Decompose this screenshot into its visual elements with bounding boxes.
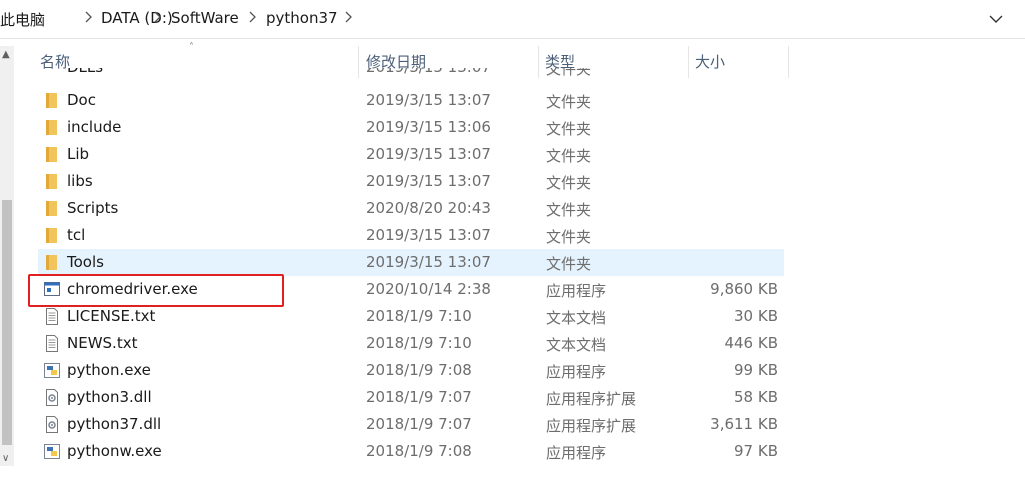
file-type: 应用程序: [546, 444, 607, 462]
scroll-up-icon[interactable]: ▲: [2, 49, 10, 60]
file-type: 文件夹: [546, 174, 592, 192]
file-row[interactable]: pythonw.exe 2018/1/9 7:08 应用程序 97 KB: [38, 438, 784, 465]
file-size: 446 KB: [724, 334, 778, 352]
file-type: 文件夹: [546, 147, 592, 165]
file-type: 文件夹: [546, 68, 592, 78]
file-size: 99 KB: [734, 361, 778, 379]
highlight-box: [28, 274, 284, 307]
file-row[interactable]: Scripts 2020/8/20 20:43 文件夹: [38, 195, 784, 222]
chevron-right-icon[interactable]: [84, 10, 93, 24]
dll-icon: [46, 416, 58, 433]
python-icon: [44, 363, 60, 378]
file-date: 2018/1/9 7:10: [366, 307, 472, 325]
file-type: 应用程序: [546, 282, 607, 300]
python-icon: [44, 444, 60, 459]
chevron-right-icon[interactable]: [248, 10, 257, 24]
breadcrumb-python37[interactable]: python37: [266, 9, 338, 27]
vertical-scrollbar[interactable]: ▲ ∨: [0, 46, 14, 466]
file-name[interactable]: libs: [67, 172, 93, 190]
file-name[interactable]: DLLs: [67, 68, 103, 76]
file-date: 2018/1/9 7:08: [366, 361, 472, 379]
file-name[interactable]: python.exe: [67, 361, 151, 379]
file-date: 2019/3/15 13:07: [366, 172, 491, 190]
file-name[interactable]: NEWS.txt: [67, 334, 137, 352]
file-size: 30 KB: [734, 307, 778, 325]
folder-icon: [46, 201, 57, 216]
file-type: 文件夹: [546, 228, 592, 246]
file-type: 文本文档: [546, 336, 607, 354]
file-date: 2019/3/15 13:07: [366, 145, 491, 163]
file-size: 58 KB: [734, 388, 778, 406]
text-file-icon: [46, 308, 58, 325]
file-name[interactable]: include: [67, 118, 121, 136]
file-name[interactable]: Tools: [67, 253, 104, 271]
file-type: 应用程序: [546, 363, 607, 381]
file-size: 3,611 KB: [710, 415, 778, 433]
folder-icon: [46, 228, 57, 243]
file-type: 文件夹: [546, 201, 592, 219]
file-name[interactable]: Lib: [67, 145, 89, 163]
file-row[interactable]: LICENSE.txt 2018/1/9 7:10 文本文档 30 KB: [38, 303, 784, 330]
file-name[interactable]: pythonw.exe: [67, 442, 162, 460]
chevron-down-icon[interactable]: [989, 14, 1003, 24]
file-row[interactable]: libs 2019/3/15 13:07 文件夹: [38, 168, 784, 195]
file-row[interactable]: python3.dll 2018/1/9 7:07 应用程序扩展 58 KB: [38, 384, 784, 411]
dll-icon: [46, 389, 58, 406]
file-type: 应用程序扩展: [546, 417, 637, 435]
breadcrumb-this-pc[interactable]: 此电脑: [0, 9, 45, 30]
file-date: 2019/3/15 13:07: [366, 91, 491, 109]
file-name[interactable]: LICENSE.txt: [67, 307, 155, 325]
file-type: 应用程序扩展: [546, 390, 637, 408]
file-name[interactable]: Scripts: [67, 199, 118, 217]
file-row[interactable]: NEWS.txt 2018/1/9 7:10 文本文档 446 KB: [38, 330, 784, 357]
file-row[interactable]: Lib 2019/3/15 13:07 文件夹: [38, 141, 784, 168]
chevron-right-icon[interactable]: [344, 10, 353, 24]
folder-icon: [46, 147, 57, 162]
file-date: 2018/1/9 7:10: [366, 334, 472, 352]
file-date: 2019/3/15 13:07: [366, 68, 491, 76]
file-row[interactable]: python37.dll 2018/1/9 7:07 应用程序扩展 3,611 KB: [38, 411, 784, 438]
address-bar: 此电脑 DATA (D:) SoftWare python37: [0, 0, 1025, 39]
column-divider[interactable]: [788, 46, 789, 78]
file-date: 2018/1/9 7:07: [366, 388, 472, 406]
file-row[interactable]: Doc 2019/3/15 13:07 文件夹: [38, 87, 784, 114]
file-row[interactable]: python.exe 2018/1/9 7:08 应用程序 99 KB: [38, 357, 784, 384]
folder-icon: [46, 93, 57, 108]
folder-icon: [46, 255, 57, 270]
file-type: 文件夹: [546, 93, 592, 111]
file-name[interactable]: Doc: [67, 91, 96, 109]
file-date: 2020/10/14 2:38: [366, 280, 491, 298]
file-type: 文本文档: [546, 309, 607, 327]
scroll-down-icon[interactable]: ∨: [2, 453, 9, 464]
file-size: 9,860 KB: [710, 280, 778, 298]
scrollbar-thumb[interactable]: [2, 200, 12, 445]
text-file-icon: [46, 335, 58, 352]
folder-icon: [46, 120, 57, 135]
folder-icon: [46, 174, 57, 189]
file-size: 97 KB: [734, 442, 778, 460]
file-row[interactable]: include 2019/3/15 13:06 文件夹: [38, 114, 784, 141]
file-row[interactable]: DLLs 2019/3/15 13:07 文件夹: [38, 68, 784, 80]
file-date: 2019/3/15 13:06: [366, 118, 491, 136]
chevron-right-icon[interactable]: [153, 10, 162, 24]
file-date: 2018/1/9 7:07: [366, 415, 472, 433]
file-name[interactable]: python3.dll: [67, 388, 152, 406]
file-type: 文件夹: [546, 255, 592, 273]
file-date: 2020/8/20 20:43: [366, 199, 491, 217]
file-name[interactable]: python37.dll: [67, 415, 161, 433]
file-date: 2019/3/15 13:07: [366, 253, 491, 271]
file-date: 2018/1/9 7:08: [366, 442, 472, 460]
file-row[interactable]: Tools 2019/3/15 13:07 文件夹: [38, 249, 784, 276]
file-date: 2019/3/15 13:07: [366, 226, 491, 244]
file-row[interactable]: tcl 2019/3/15 13:07 文件夹: [38, 222, 784, 249]
breadcrumb-software[interactable]: SoftWare: [171, 9, 239, 27]
file-type: 文件夹: [546, 120, 592, 138]
file-name[interactable]: tcl: [67, 226, 85, 244]
